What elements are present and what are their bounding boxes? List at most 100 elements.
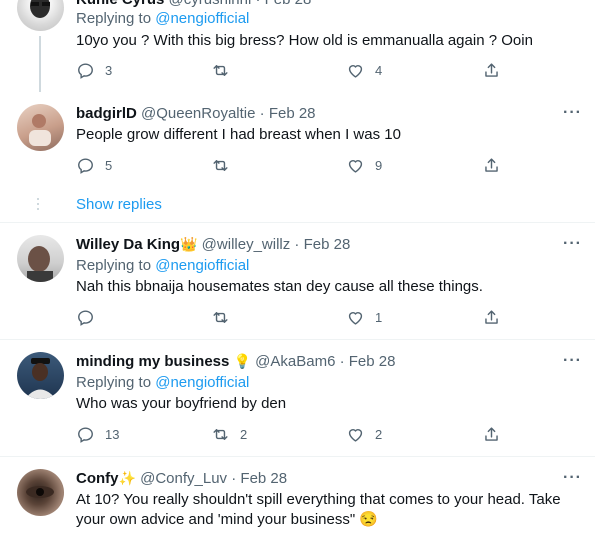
handle[interactable]: @Confy_Luv bbox=[140, 470, 227, 487]
replying-to: Replying to @nengiofficial bbox=[76, 10, 249, 27]
like-count: 4 bbox=[375, 63, 383, 78]
avatar-image bbox=[27, 246, 53, 282]
tweet-actions: 1 bbox=[76, 308, 516, 328]
reply-button[interactable]: 3 bbox=[76, 61, 112, 80]
handle[interactable]: @cyrushinni bbox=[169, 0, 252, 8]
tweet-header: minding my business 💡 @AkaBam6 · Feb 28 bbox=[76, 353, 395, 370]
show-replies-link[interactable]: Show replies bbox=[76, 196, 162, 213]
retweet-icon bbox=[213, 429, 228, 440]
replying-label: Replying to bbox=[76, 10, 152, 27]
mention-link[interactable]: @nengiofficial bbox=[155, 257, 249, 274]
reply-button[interactable] bbox=[76, 308, 105, 327]
retweet-count: 2 bbox=[240, 427, 248, 442]
separator: · bbox=[294, 236, 300, 253]
retweet-button[interactable]: 2 bbox=[211, 425, 247, 444]
tweet-text: Nah this bbnaija housemates stan dey cau… bbox=[76, 278, 483, 295]
share-button[interactable] bbox=[482, 425, 501, 444]
more-icon[interactable]: ··· bbox=[563, 469, 582, 487]
replying-to: Replying to @nengiofficial bbox=[76, 257, 249, 274]
retweet-button[interactable] bbox=[211, 61, 240, 80]
tweet-header: Willey Da King👑 @willey_willz · Feb 28 bbox=[76, 236, 350, 253]
reply-button[interactable]: 13 bbox=[76, 425, 119, 444]
tweet-badgirld[interactable]: badgirlD @QueenRoyaltie · Feb 28 ··· Peo… bbox=[0, 92, 595, 222]
retweet-icon bbox=[213, 160, 228, 171]
like-icon bbox=[348, 429, 363, 442]
like-button[interactable]: 4 bbox=[346, 61, 382, 80]
date[interactable]: Feb 28 bbox=[240, 470, 287, 487]
separator: · bbox=[231, 470, 237, 487]
avatar-image bbox=[25, 358, 56, 399]
like-button[interactable]: 2 bbox=[346, 425, 382, 444]
tweet-minding-my-business[interactable]: minding my business 💡 @AkaBam6 · Feb 28 … bbox=[0, 340, 595, 456]
display-name[interactable]: Kunle Cyrus bbox=[76, 0, 164, 8]
retweet-icon bbox=[213, 65, 228, 76]
share-icon bbox=[485, 427, 498, 441]
tweet-header: Kunle Cyrus @cyrushinni · Feb 28 bbox=[76, 0, 311, 8]
separator: · bbox=[255, 0, 260, 8]
reply-button[interactable]: 5 bbox=[76, 156, 112, 175]
share-button[interactable] bbox=[482, 308, 501, 327]
tweet-actions: 3 4 bbox=[76, 61, 516, 81]
tweet-text: 10yo you ? With this big bress? How old … bbox=[76, 32, 533, 49]
avatar[interactable] bbox=[17, 0, 64, 31]
retweet-button[interactable] bbox=[211, 156, 240, 175]
like-button[interactable]: 1 bbox=[346, 308, 382, 327]
mention-link[interactable]: @nengiofficial bbox=[155, 374, 249, 391]
tweet-kunle-cyrus[interactable]: Kunle Cyrus @cyrushinni · Feb 28 ··· Rep… bbox=[0, 0, 595, 92]
handle[interactable]: @QueenRoyaltie bbox=[141, 105, 255, 122]
share-icon bbox=[485, 310, 498, 324]
sparkles-icon: ✨ bbox=[118, 470, 136, 486]
display-name[interactable]: minding my business bbox=[76, 353, 229, 370]
retweet-button[interactable] bbox=[211, 308, 240, 327]
more-icon[interactable]: ··· bbox=[563, 352, 582, 370]
reply-icon bbox=[78, 63, 93, 79]
tweet-text: Who was your boyfriend by den bbox=[76, 395, 287, 412]
more-icon[interactable]: ··· bbox=[563, 235, 582, 253]
avatar[interactable] bbox=[17, 469, 64, 516]
like-button[interactable]: 9 bbox=[346, 156, 382, 175]
avatar-image bbox=[30, 0, 50, 18]
display-name[interactable]: Confy bbox=[76, 470, 119, 487]
retweet-icon bbox=[213, 312, 228, 323]
separator: · bbox=[259, 105, 265, 122]
avatar-image bbox=[26, 486, 54, 498]
tweet-confy[interactable]: Confy✨ @Confy_Luv · Feb 28 ··· At 10? Yo… bbox=[0, 457, 595, 542]
reply-icon bbox=[78, 427, 93, 443]
like-icon bbox=[348, 160, 363, 173]
like-count: 2 bbox=[375, 427, 383, 442]
reply-icon bbox=[78, 158, 93, 174]
avatar[interactable] bbox=[17, 104, 64, 151]
share-icon bbox=[485, 158, 498, 172]
reply-count: 3 bbox=[105, 63, 113, 78]
thread-line bbox=[39, 36, 41, 92]
replying-to: Replying to @nengiofficial bbox=[76, 374, 249, 391]
reply-count: 13 bbox=[105, 427, 120, 442]
reply-icon bbox=[78, 310, 93, 326]
date[interactable]: Feb 28 bbox=[269, 105, 316, 122]
thread-dots bbox=[37, 198, 40, 213]
share-button[interactable] bbox=[482, 156, 501, 175]
avatar[interactable] bbox=[17, 352, 64, 399]
display-name[interactable]: badgirlD bbox=[76, 105, 137, 122]
handle[interactable]: @AkaBam6 bbox=[255, 353, 335, 370]
tweet-willey-da-king[interactable]: Willey Da King👑 @willey_willz · Feb 28 ·… bbox=[0, 223, 595, 339]
like-icon bbox=[348, 65, 363, 78]
more-icon[interactable]: ··· bbox=[563, 0, 582, 8]
crown-icon: 👑 bbox=[180, 236, 198, 252]
like-count: 1 bbox=[375, 310, 383, 325]
date[interactable]: Feb 28 bbox=[349, 353, 396, 370]
replying-label: Replying to bbox=[76, 374, 152, 391]
share-button[interactable] bbox=[482, 61, 501, 80]
like-count: 9 bbox=[375, 158, 383, 173]
handle[interactable]: @willey_willz bbox=[202, 236, 291, 253]
mention-link[interactable]: @nengiofficial bbox=[155, 10, 249, 27]
tweet-text: People grow different I had breast when … bbox=[76, 126, 401, 143]
share-icon bbox=[485, 63, 498, 77]
date[interactable]: Feb 28 bbox=[304, 236, 351, 253]
display-name[interactable]: Willey Da King bbox=[76, 236, 180, 253]
avatar-image bbox=[29, 114, 51, 146]
avatar[interactable] bbox=[17, 235, 64, 282]
more-icon[interactable]: ··· bbox=[563, 104, 582, 122]
date[interactable]: Feb 28 bbox=[265, 0, 312, 8]
tweet-text-line: At 10? You really shouldn't spill everyt… bbox=[76, 491, 561, 508]
